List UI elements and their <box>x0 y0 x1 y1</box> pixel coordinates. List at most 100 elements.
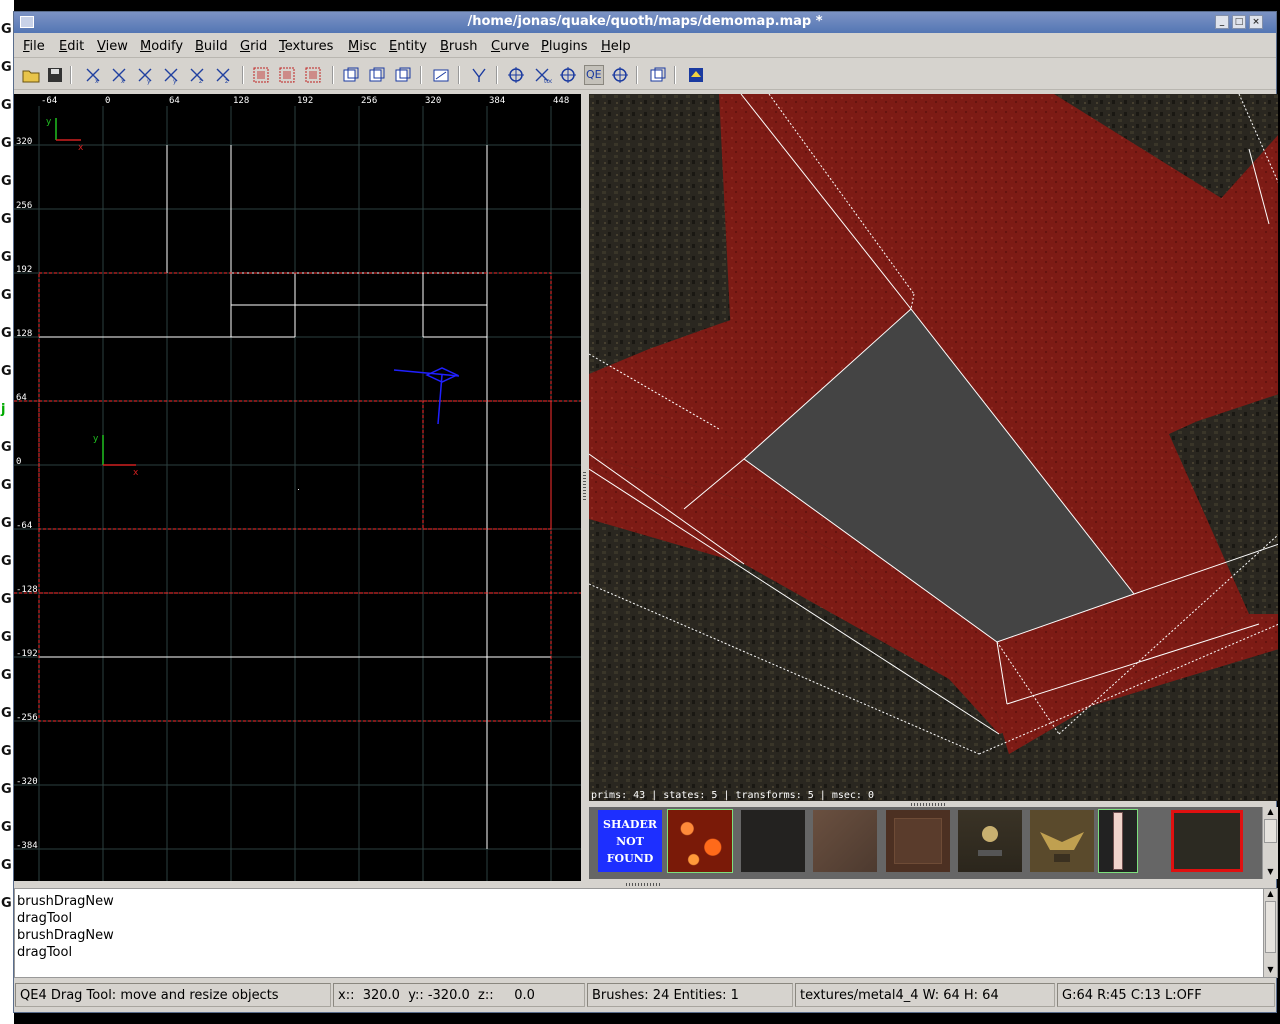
menu-textures[interactable]: Textures <box>279 39 333 54</box>
toolbar-separator <box>420 66 422 84</box>
console-line: brushDragNew <box>17 894 114 909</box>
brown-panel-texture[interactable] <box>886 810 950 872</box>
eagle-plaque-texture[interactable] <box>1030 810 1094 872</box>
save-icon[interactable] <box>45 65 65 85</box>
camera-render[interactable] <box>589 94 1278 801</box>
desktop-letter: G <box>1 820 12 835</box>
texture-scroll-thumb[interactable] <box>1264 819 1277 843</box>
texture-scrollbar[interactable]: ▲ ▼ <box>1262 807 1278 879</box>
menu-view[interactable]: View <box>97 39 128 54</box>
minimize-icon[interactable]: _ <box>1215 15 1229 29</box>
desktop-letter: G <box>1 288 12 303</box>
rotate-z-icon[interactable]: z <box>213 65 233 85</box>
scroll-down-icon[interactable]: ▼ <box>1264 965 1277 977</box>
desktop-letter: G <box>1 250 12 265</box>
toolbar-separator <box>636 66 638 84</box>
console-line: dragTool <box>17 911 73 926</box>
flip-y-icon[interactable]: y <box>135 65 155 85</box>
menu-build[interactable]: Build <box>195 39 228 54</box>
rust-metal-texture[interactable] <box>813 810 877 872</box>
texture-browser[interactable]: SHADER NOT FOUND ▲ ▼ <box>589 807 1278 879</box>
skull-plaque-texture[interactable] <box>958 810 1022 872</box>
open-icon[interactable] <box>21 65 41 85</box>
maximize-icon[interactable]: □ <box>1232 15 1246 29</box>
rotate-y-icon[interactable]: y <box>161 65 181 85</box>
y-tick-label: 192 <box>16 265 32 275</box>
flip-x-icon[interactable]: x <box>83 65 103 85</box>
menu-grid[interactable]: Grid <box>240 39 267 54</box>
scroll-up-icon[interactable]: ▲ <box>1263 807 1278 819</box>
console-scrollbar[interactable]: ▲ ▼ <box>1263 888 1278 978</box>
svg-text:z: z <box>225 78 228 85</box>
toolbar-separator <box>332 66 334 84</box>
scroll-down-icon[interactable]: ▼ <box>1263 867 1278 879</box>
menu-plugins[interactable]: Plugins <box>541 39 588 54</box>
show-entities-icon[interactable] <box>686 65 706 85</box>
console-log[interactable]: brushDragNew dragTool brushDragNew dragTool <box>14 888 1264 978</box>
title-bar[interactable]: /home/jonas/quake/quoth/maps/demomap.map… <box>14 12 1276 33</box>
svg-text:y: y <box>173 78 177 85</box>
status-counts: Brushes: 24 Entities: 1 <box>587 983 793 1007</box>
vertical-splitter[interactable] <box>581 94 588 881</box>
qe-drag-tool-icon[interactable]: QE <box>584 65 604 85</box>
desktop-letter: G <box>1 174 12 189</box>
x-tick-label: 448 <box>553 96 569 106</box>
console-scroll-thumb[interactable] <box>1265 901 1276 953</box>
rotate-x-icon[interactable]: x <box>109 65 129 85</box>
select-touching-icon[interactable] <box>277 65 297 85</box>
scroll-up-icon[interactable]: ▲ <box>1264 889 1277 901</box>
shader-not-found-label: NOT <box>616 835 644 848</box>
menu-misc[interactable]: Misc <box>348 39 377 54</box>
camera-view[interactable]: prims: 43 | states: 5 | transforms: 5 | … <box>589 94 1278 801</box>
splitter-grip-icon[interactable] <box>911 803 945 806</box>
shader-not-found-label: FOUND <box>606 852 654 865</box>
csg-merge-icon[interactable] <box>367 65 387 85</box>
select-partial-tall-icon[interactable] <box>303 65 323 85</box>
desktop-letter: G <box>1 782 12 797</box>
patch-tool-icon[interactable] <box>610 65 630 85</box>
status-tool: QE4 Drag Tool: move and resize objects <box>15 983 331 1007</box>
y-tick-label: 128 <box>16 329 32 339</box>
flip-z-icon[interactable]: z <box>187 65 207 85</box>
toolbar-separator <box>70 66 72 84</box>
toolbar-separator <box>458 66 460 84</box>
shader-not-found[interactable]: SHADER NOT FOUND <box>598 810 662 872</box>
menu-brush[interactable]: Brush <box>440 39 478 54</box>
menu-entity[interactable]: Entity <box>389 39 427 54</box>
csg-tool-icon[interactable] <box>648 65 668 85</box>
texture-lock-icon[interactable] <box>469 65 489 85</box>
y-tick-label: 256 <box>16 201 32 211</box>
window-title: /home/jonas/quake/quoth/maps/demomap.map… <box>467 14 823 29</box>
menu-help[interactable]: Help <box>601 39 631 54</box>
make-hollow-icon[interactable] <box>393 65 413 85</box>
console-line: dragTool <box>17 945 73 960</box>
select-complete-tall-icon[interactable] <box>251 65 271 85</box>
desktop-letter: G <box>1 516 12 531</box>
close-icon[interactable]: × <box>1249 15 1263 29</box>
menu-modify[interactable]: Modify <box>140 39 183 54</box>
x-tick-label: 192 <box>297 96 313 106</box>
svg-text:y: y <box>93 434 99 444</box>
stone-floor-texture[interactable] <box>1171 810 1243 872</box>
dark-rock-texture[interactable] <box>741 810 805 872</box>
xy-grid-view[interactable]: -64 0 64 128 192 256 320 384 448 320 256 192 128 64 0-… <box>14 94 581 881</box>
desktop-letter: G <box>1 478 12 493</box>
move-tool-icon[interactable] <box>506 65 526 85</box>
y-tick-label: -256 <box>16 713 38 723</box>
desktop-letter: G <box>1 630 12 645</box>
csg-subtract-icon[interactable] <box>341 65 361 85</box>
svg-text:z: z <box>199 78 202 85</box>
splitter-grip-icon[interactable] <box>626 883 660 886</box>
light-strip-texture[interactable] <box>1098 809 1138 873</box>
menu-file[interactable]: File <box>23 39 45 54</box>
scale-tool-icon[interactable] <box>558 65 578 85</box>
desktop-letter: G <box>1 440 12 455</box>
menu-edit[interactable]: Edit <box>59 39 84 54</box>
desktop-letter: j <box>1 402 6 417</box>
lava-texture[interactable] <box>667 809 733 873</box>
xy-grid-canvas[interactable]: -64 0 64 128 192 256 320 384 448320256192128640-… <box>14 94 581 881</box>
change-views-icon[interactable] <box>431 65 451 85</box>
rotate-tool-icon[interactable]: tool <box>532 65 556 85</box>
menu-curve[interactable]: Curve <box>491 39 529 54</box>
x-tick-label: 256 <box>361 96 377 106</box>
